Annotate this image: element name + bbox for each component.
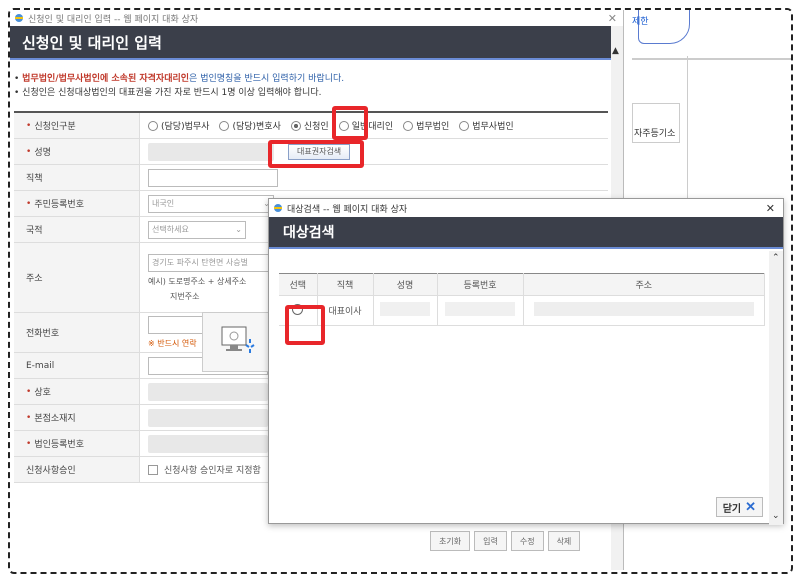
highlight-applicant-radio [332,106,368,140]
col-reg-no: 등록번호 [437,273,524,296]
address-field[interactable]: 경기도 파주시 탄현면 사승벌 [148,253,274,272]
notice-1-red: 법무법인/법무사법인에 소속된 자격자대리인 [22,74,190,84]
applicant-dialog-header: 신청인 및 대리인 입력 [10,26,623,60]
name-cell [373,295,438,326]
highlight-rep-search [268,140,364,168]
form-buttons: 초기화 입력 수정 삭제 [430,531,581,551]
row-applicant-type: • 신청인구분 (담당)법무사 (담당)변호사 신청인 일반대리인 법무법인 법무… [14,113,608,139]
ie-icon [274,204,282,212]
col-name: 성명 [373,273,438,296]
loading-indicator [202,312,274,372]
ie-icon [15,14,23,22]
approval-text: 신청사항 승인자로 지정함 [164,466,261,476]
target-search-dialog: 대상검색 -- 웹 페이지 대화 상자 ✕ 대상검색 선택 직책 성명 등록번호… [268,198,784,525]
background-link[interactable]: 제한 [632,14,649,27]
col-position: 직책 [317,273,374,296]
target-search-body: 선택 직책 성명 등록번호 주소 대표이사 [269,251,769,501]
col-select: 선택 [279,273,318,296]
notice-1: • 법무법인/법무사법인에 소속된 자격자대리인은 법인명칭을 반드시 입력하기… [14,74,345,84]
loading-computer-icon [221,326,255,353]
chevron-down-icon[interactable]: ⌄ [772,511,780,521]
notices: • 법무법인/법무사법인에 소속된 자격자대리인은 법인명칭을 반드시 입력하기… [10,60,623,100]
applicant-dialog-titlebar: 신청인 및 대리인 입력 -- 웹 페이지 대화 상자 ✕ [10,10,623,26]
label-resident-number: • 주민등록번호 [14,191,140,216]
close-button[interactable]: 닫기 ✕ [715,497,763,517]
label-applicant-type: • 신청인구분 [14,113,140,138]
chevron-up-icon[interactable]: ▲ [612,46,619,56]
position-cell: 대표이사 [317,295,374,326]
radio-applicant[interactable]: 신청인 [290,119,329,132]
background-cell-text: 자주등기소 [634,129,676,139]
table-row[interactable]: 대표이사 [279,295,765,326]
chevron-down-icon: ⌄ [235,225,242,234]
radio-law-firm[interactable]: 법무법인 [403,119,449,132]
input-button[interactable]: 입력 [474,531,507,551]
col-address: 주소 [523,273,765,296]
target-search-header: 대상검색 [269,217,783,249]
notice-1-blue: 은 법인명칭을 반드시 입력하기 바랍니다. [189,74,345,84]
close-icon: ✕ [745,499,756,514]
applicant-dialog-title: 신청인 및 대리인 입력 -- 웹 페이지 대화 상자 [28,14,199,25]
close-icon[interactable]: ✕ [608,12,617,25]
highlight-select-radio [285,305,325,345]
notice-2-text: 신청인은 신청대상법인의 대표권을 가진 자로 반드시 1명 이상 입력해야 합… [22,88,322,98]
position-field[interactable] [148,168,278,187]
trade-name-field[interactable] [148,382,268,401]
label-nationality: 국적 [14,217,140,242]
target-search-title: 대상검색 -- 웹 페이지 대화 상자 [287,204,408,215]
edit-button[interactable]: 수정 [510,531,544,551]
chevron-up-icon[interactable]: ⌃ [772,253,780,263]
background-divider [632,58,791,60]
label-name: • 성명 [14,139,140,164]
nationality-select[interactable]: 선택하세요 ⌄ [148,220,246,239]
label-approval: 신청사항승인 [14,457,140,482]
reset-button[interactable]: 초기화 [430,531,471,551]
applicant-type-radios: (담당)법무사 (담당)변호사 신청인 일반대리인 법무법인 법무사법인 [148,119,514,132]
reg-no-cell [437,295,524,326]
address-example: 예시) 도로명주소 + 상세주소 [148,276,247,286]
label-phone: 전화번호 [14,313,140,352]
label-corp-number: • 법인등록번호 [14,431,140,456]
radio-lawyer-staff[interactable]: (담당)법무사 [148,119,209,132]
result-table-header: 선택 직책 성명 등록번호 주소 [279,273,765,296]
radio-judicial-firm[interactable]: 법무사법인 [459,119,514,132]
delete-button[interactable]: 삭제 [547,531,581,551]
close-icon[interactable]: ✕ [766,202,775,215]
row-position: 직책 [14,165,608,191]
label-address: 주소 [14,243,140,312]
target-search-scrollbar[interactable]: ⌃ ⌄ [769,251,783,525]
address-lot: 지번주소 [170,291,200,301]
target-search-titlebar: 대상검색 -- 웹 페이지 대화 상자 ✕ [269,199,783,217]
notice-2: • 신청인은 신청대상법인의 대표권을 가진 자로 반드시 1명 이상 입력해야… [14,88,322,98]
head-office-field[interactable] [148,408,268,427]
approval-checkbox[interactable] [148,464,158,475]
phone-note: ※ 반드시 연락 [148,339,197,348]
label-email: E-mail [14,353,140,378]
name-field[interactable] [148,142,274,161]
label-head-office: • 본점소재지 [14,405,140,430]
radio-attorney[interactable]: (담당)변호사 [219,119,281,132]
label-position: 직책 [14,165,140,190]
corp-number-field[interactable] [148,434,268,453]
resident-select[interactable]: 내국인 ⌄ [148,194,274,213]
address-cell [523,295,765,326]
label-trade-name: • 상호 [14,379,140,404]
result-table: 선택 직책 성명 등록번호 주소 대표이사 [279,273,765,326]
screenshot-frame: 제한 자주등기소 신청인 및 대리인 입력 -- 웹 페이지 대화 상자 ✕ 신… [8,8,793,574]
phone-field[interactable] [148,316,208,334]
